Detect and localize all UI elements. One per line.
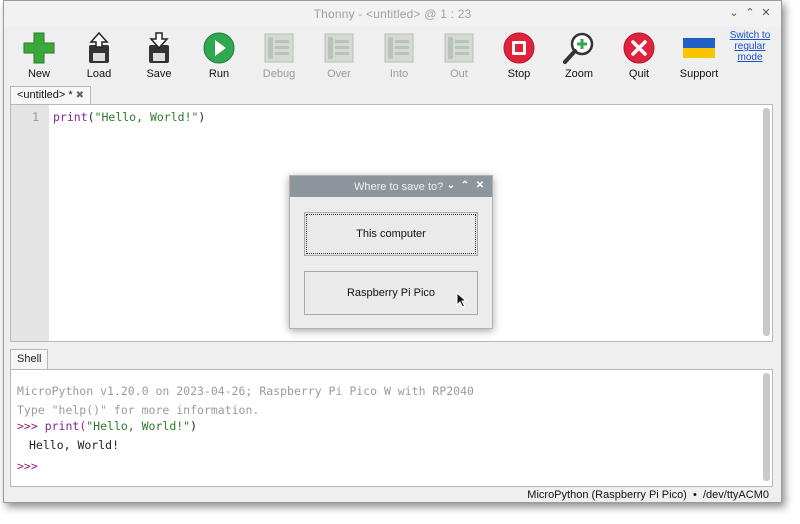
shell-banner-1: MicroPython v1.20.0 on 2023-04-26; Raspb… <box>17 384 474 398</box>
dialog-minimize-icon[interactable]: ⌄ <box>445 180 457 192</box>
stop-icon <box>503 32 535 64</box>
interpreter-name: MicroPython (Raspberry Pi Pico) <box>527 489 687 501</box>
code-string: "Hello, World!" <box>94 110 199 124</box>
debug-icon <box>264 33 294 63</box>
new-button[interactable]: New <box>11 31 67 83</box>
mouse-cursor-icon <box>456 292 468 308</box>
code-close: ) <box>198 110 206 124</box>
zoom-icon <box>563 32 594 64</box>
step-over-icon <box>324 33 354 63</box>
shell-scrollbar[interactable] <box>763 373 770 481</box>
dialog-title-bar[interactable]: Where to save to? ⌄ ⌃ ✕ <box>290 176 492 197</box>
step-into-button[interactable]: Into <box>371 31 427 83</box>
interpreter-status[interactable]: MicroPython (Raspberry Pi Pico) • /dev/t… <box>527 489 769 501</box>
shell-command-string: "Hello, World!" <box>86 419 191 433</box>
step-out-button[interactable]: Out <box>431 31 487 83</box>
status-bar: MicroPython (Raspberry Pi Pico) • /dev/t… <box>4 488 781 502</box>
save-icon <box>149 32 169 63</box>
run-icon <box>203 32 235 64</box>
tab-shell[interactable]: Shell <box>10 349 49 369</box>
dialog-title: Where to save to? <box>354 181 444 193</box>
title-bar[interactable]: Thonny - <untitled> @ 1 : 23 ⌄ ⌃ ✕ <box>4 1 781 27</box>
shell-output: Hello, World! <box>29 438 120 452</box>
support-button[interactable]: Support <box>671 31 727 83</box>
switch-mode-link[interactable]: Switch to regular mode <box>727 30 773 63</box>
quit-icon <box>623 32 655 64</box>
tab-close-icon[interactable]: ✖ <box>76 90 84 101</box>
shell-banner-2: Type "help()" for more information. <box>17 403 260 417</box>
stop-button[interactable]: Stop <box>491 31 547 83</box>
status-separator: • <box>692 489 697 501</box>
zoom-button[interactable]: Zoom <box>551 31 607 83</box>
load-button[interactable]: Load <box>71 31 127 83</box>
code-open: ( <box>87 110 95 124</box>
maximize-icon[interactable]: ⌃ <box>743 6 757 20</box>
code-line[interactable]: print("Hello, World!") <box>53 110 205 124</box>
save-button[interactable]: Save <box>131 31 187 83</box>
shell-prompt: >>> <box>17 419 38 433</box>
line-number-gutter: 1 <box>11 105 49 341</box>
editor-scrollbar[interactable] <box>763 108 770 336</box>
shell-command-line: >>> print("Hello, World!") <box>17 419 197 433</box>
quit-button[interactable]: Quit <box>611 31 667 83</box>
step-over-button[interactable]: Over <box>311 31 367 83</box>
shell-command-func: print( <box>37 419 87 433</box>
window-title: Thonny - <untitled> @ 1 : 23 <box>313 7 472 21</box>
shell-active-prompt[interactable]: >>> <box>17 459 38 473</box>
plus-icon <box>23 32 55 64</box>
step-into-icon <box>384 33 414 63</box>
this-computer-button[interactable]: This computer <box>304 212 478 256</box>
dialog-close-icon[interactable]: ✕ <box>474 180 486 192</box>
line-number: 1 <box>32 110 39 124</box>
step-out-icon <box>444 33 474 63</box>
raspberry-pi-pico-button[interactable]: Raspberry Pi Pico <box>304 271 478 315</box>
load-icon <box>89 31 109 63</box>
tab-untitled[interactable]: <untitled> * ✖ <box>10 86 92 104</box>
run-button[interactable]: Run <box>191 31 247 83</box>
shell-command-close: ) <box>190 419 198 433</box>
dialog-maximize-icon[interactable]: ⌃ <box>459 180 471 192</box>
close-icon[interactable]: ✕ <box>759 6 773 20</box>
debug-button[interactable]: Debug <box>251 31 307 83</box>
toolbar: New Load Save Run Debug Over Into Out St… <box>4 27 781 83</box>
tab-label: <untitled> * <box>17 89 73 101</box>
minimize-icon[interactable]: ⌄ <box>727 6 741 20</box>
port-name: /dev/ttyACM0 <box>702 489 769 501</box>
shell-console[interactable]: MicroPython v1.20.0 on 2023-04-26; Raspb… <box>10 369 773 487</box>
code-func: print <box>53 110 88 124</box>
ukraine-flag-icon <box>683 38 715 58</box>
